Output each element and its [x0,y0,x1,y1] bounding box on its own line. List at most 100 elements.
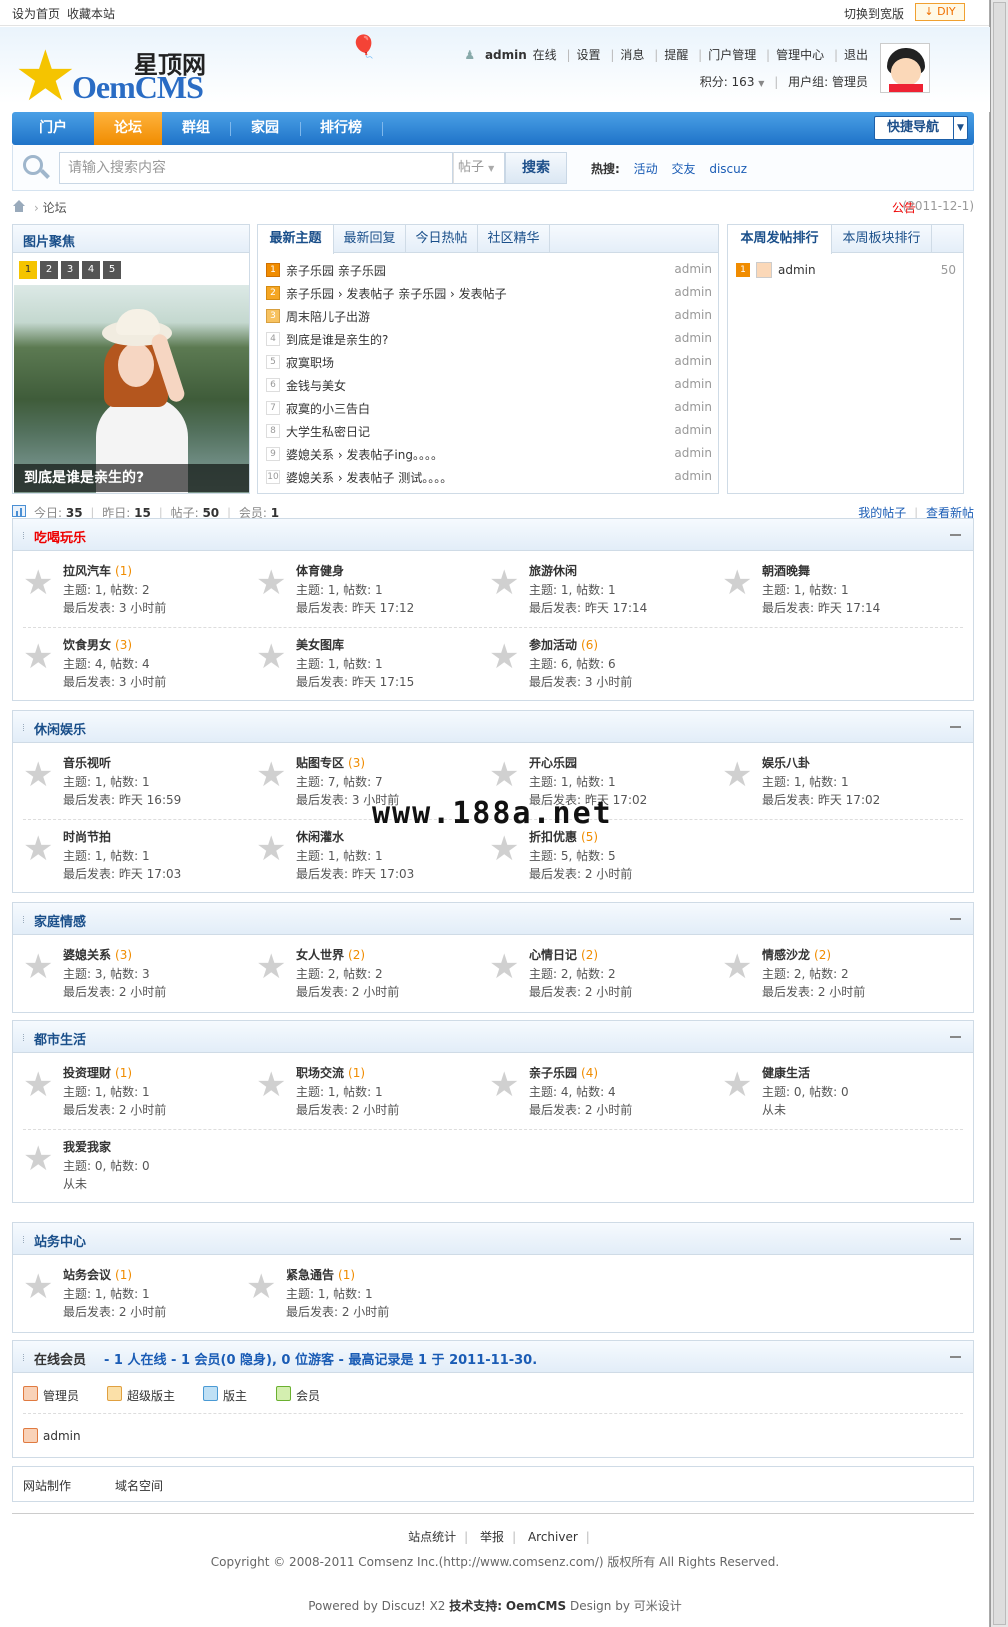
thread-row[interactable]: 6 金钱与美女 admin [266,374,712,397]
forum-item[interactable]: ★ 紧急通告 (1) 主题: 1, 帖数: 1 最后发表: 2 小时前 [246,1265,466,1325]
forum-item[interactable]: ★ 拉风汽车 (1) 主题: 1, 帖数: 2 最后发表: 3 小时前 [23,561,243,621]
thread-title[interactable]: 大学生私密日记 [286,423,370,440]
forum-last-post[interactable]: 最后发表: 昨天 17:15 [296,673,414,690]
slide-page-3[interactable]: 3 [61,261,79,279]
forum-item[interactable]: ★ 音乐视听 主题: 1, 帖数: 1 最后发表: 昨天 16:59 [23,753,243,813]
forum-name[interactable]: 女人世界 [296,948,344,962]
messages-link[interactable]: 消息 [620,48,644,62]
forum-name[interactable]: 婆媳关系 [63,948,111,962]
slide-caption[interactable]: 到底是谁是亲生的? [14,464,249,492]
tab-weekly-boards[interactable]: 本周板块排行 [832,225,932,253]
forum-item[interactable]: ★ 健康生活 主题: 0, 帖数: 0 从未 [722,1063,942,1123]
friend-link[interactable]: 域名空间 [115,1477,163,1494]
thread-author[interactable]: admin [674,377,712,391]
thread-row[interactable]: 10 婆媳关系 › 发表帖子 测试。。。。 admin [266,466,712,489]
forum-item[interactable]: ★ 体育健身 主题: 1, 帖数: 1 最后发表: 昨天 17:12 [256,561,476,621]
online-user-name[interactable]: admin [43,1429,81,1443]
points-dropdown[interactable]: 积分: 163 [700,75,755,89]
thread-title[interactable]: 周末陪儿子出游 [286,308,370,325]
forum-last-post[interactable]: 最后发表: 3 小时前 [529,673,632,690]
thread-row[interactable]: 2 亲子乐园 › 发表帖子 亲子乐园 › 发表帖子 admin [266,282,712,305]
forum-name[interactable]: 朝酒晚舞 [762,564,810,578]
forum-item[interactable]: ★ 站务会议 (1) 主题: 1, 帖数: 1 最后发表: 2 小时前 [23,1265,243,1325]
support-brand[interactable]: OemCMS [506,1599,566,1613]
forum-item[interactable]: ★ 美女图库 主题: 1, 帖数: 1 最后发表: 昨天 17:15 [256,635,476,695]
forum-last-post[interactable]: 最后发表: 昨天 17:12 [296,599,414,616]
site-logo[interactable]: ★ 星顶网 OemCMS [14,41,224,111]
slide-page-2[interactable]: 2 [40,261,58,279]
forum-item[interactable]: ★ 心情日记 (2) 主题: 2, 帖数: 2 最后发表: 2 小时前 [489,945,709,1005]
admin-center-link[interactable]: 管理中心 [776,48,824,62]
set-home-link[interactable]: 设为首页 [12,5,60,22]
forum-item[interactable]: ★ 时尚节拍 主题: 1, 帖数: 1 最后发表: 昨天 17:03 [23,827,243,887]
report-link[interactable]: 举报 [480,1530,504,1544]
slide-image[interactable] [14,285,249,493]
forum-last-post[interactable]: 最后发表: 昨天 17:14 [529,599,647,616]
forum-name[interactable]: 拉风汽车 [63,564,111,578]
tab-latest-topics[interactable]: 最新主题 [258,225,334,254]
thread-author[interactable]: admin [674,423,712,437]
home-icon[interactable] [12,200,26,212]
forum-item[interactable]: ★ 情感沙龙 (2) 主题: 2, 帖数: 2 最后发表: 2 小时前 [722,945,942,1005]
forum-item[interactable]: ★ 投资理财 (1) 主题: 1, 帖数: 1 最后发表: 2 小时前 [23,1063,243,1123]
forum-item[interactable]: ★ 职场交流 (1) 主题: 1, 帖数: 1 最后发表: 2 小时前 [256,1063,476,1123]
forum-name[interactable]: 旅游休闲 [529,564,577,578]
thread-title[interactable]: 婆媳关系 › 发表帖子 测试。。。。 [286,469,452,486]
forum-last-post[interactable]: 最后发表: 2 小时前 [296,983,399,1000]
nav-ranking[interactable]: 排行榜 [300,112,382,145]
forum-item[interactable]: ★ 女人世界 (2) 主题: 2, 帖数: 2 最后发表: 2 小时前 [256,945,476,1005]
slide-page-5[interactable]: 5 [103,261,121,279]
thread-title[interactable]: 亲子乐园 › 发表帖子 亲子乐园 › 发表帖子 [286,285,507,302]
forum-item[interactable]: ★ 我爱我家 主题: 0, 帖数: 0 从未 [23,1137,243,1197]
thread-row[interactable]: 4 到底是谁是亲生的? admin [266,328,712,351]
forum-name[interactable]: 我爱我家 [63,1140,111,1154]
forum-item[interactable]: ★ 婆媳关系 (3) 主题: 3, 帖数: 3 最后发表: 2 小时前 [23,945,243,1005]
tab-digest[interactable]: 社区精华 [478,225,550,253]
forum-last-post[interactable]: 最后发表: 2 小时前 [529,865,632,882]
collapse-icon[interactable] [950,1238,961,1240]
thread-title[interactable]: 到底是谁是亲生的? [286,331,388,348]
switch-width-link[interactable]: 切换到宽版 [844,5,904,22]
nav-portal[interactable]: 门户 [12,112,94,145]
forum-last-post[interactable]: 从未 [762,1101,786,1118]
thread-row[interactable]: 7 寂寞的小三告白 admin [266,397,712,420]
tab-weekly-posts[interactable]: 本周发帖排行 [728,225,832,254]
search-input[interactable]: 请输入搜索内容 [59,152,453,184]
forum-item[interactable]: ★ 亲子乐园 (4) 主题: 4, 帖数: 4 最后发表: 2 小时前 [489,1063,709,1123]
thread-title[interactable]: 金钱与美女 [286,377,346,394]
thread-row[interactable]: 3 周末陪儿子出游 admin [266,305,712,328]
forum-last-post[interactable]: 最后发表: 2 小时前 [762,983,865,1000]
collapse-icon[interactable] [950,1356,961,1358]
thread-author[interactable]: admin [674,469,712,483]
scrollbar[interactable] [990,0,1008,1627]
forum-item[interactable]: ★ 休闲灌水 主题: 1, 帖数: 1 最后发表: 昨天 17:03 [256,827,476,887]
forum-name[interactable]: 站务会议 [63,1268,111,1282]
collapse-icon[interactable] [950,918,961,920]
search-type-select[interactable]: 帖子 ▼ [453,152,505,184]
forum-name[interactable]: 健康生活 [762,1066,810,1080]
forum-item[interactable]: ★ 朝酒晚舞 主题: 1, 帖数: 1 最后发表: 昨天 17:14 [722,561,942,621]
collapse-icon[interactable] [950,534,961,536]
category-title[interactable]: 站务中心 [34,1231,86,1250]
forum-last-post[interactable]: 最后发表: 昨天 17:03 [63,865,181,882]
forum-name[interactable]: 休闲灌水 [296,830,344,844]
forum-last-post[interactable]: 最后发表: 昨天 16:59 [63,791,181,808]
forum-name[interactable]: 亲子乐园 [529,1066,577,1080]
forum-last-post[interactable]: 最后发表: 3 小时前 [63,673,166,690]
diy-button[interactable]: ↓ DIY [915,3,965,21]
slide-page-4[interactable]: 4 [82,261,100,279]
forum-name[interactable]: 职场交流 [296,1066,344,1080]
nav-group[interactable]: 群组 [162,112,230,145]
forum-name[interactable]: 紧急通告 [286,1268,334,1282]
forum-last-post[interactable]: 最后发表: 2 小时前 [286,1303,389,1320]
nav-forum[interactable]: 论坛 [94,112,162,145]
friend-link[interactable]: 网站制作 [23,1477,71,1494]
archiver-link[interactable]: Archiver [528,1530,578,1544]
forum-item[interactable]: ★ 娱乐八卦 主题: 1, 帖数: 1 最后发表: 昨天 17:02 [722,753,942,813]
thread-row[interactable]: 5 寂寞职场 admin [266,351,712,374]
thread-title[interactable]: 婆媳关系 › 发表帖子ing。。。。 [286,446,443,463]
site-stats-link[interactable]: 站点统计 [408,1530,456,1544]
collapse-icon[interactable] [950,1036,961,1038]
hot-word-link[interactable]: discuz [709,162,747,176]
thread-author[interactable]: admin [674,331,712,345]
